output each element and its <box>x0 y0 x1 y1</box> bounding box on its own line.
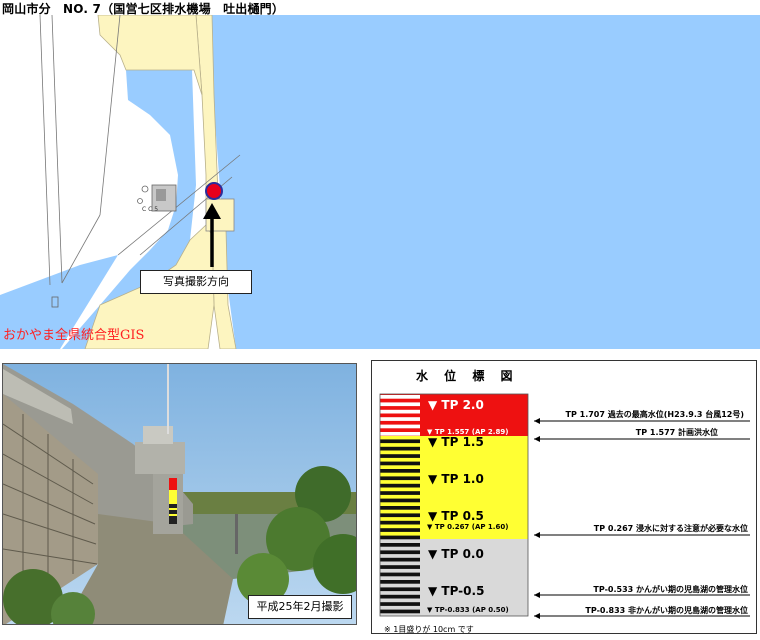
gauge-tick <box>380 417 420 421</box>
gauge-tick <box>380 609 420 614</box>
water-level-gauge-panel: 水 位 標 図 ▼ TP 2.0 ▼ TP 1.557 (AP 2.89) ▼ … <box>371 360 757 634</box>
scale-label: ▼ TP-0.5 <box>428 584 485 598</box>
map-view[interactable]: C C 5 写真撮影方向 おかやま全県統合型GIS <box>0 15 760 349</box>
sea-area <box>212 15 760 349</box>
gate-tower <box>135 442 185 474</box>
scale-label: ▼ TP 0.267 (AP 1.60) <box>427 523 509 531</box>
scale-label: ▼ TP 0.0 <box>428 547 484 561</box>
water-level-note: TP 1.577 計画洪水位 <box>635 428 718 437</box>
photo-direction-label: 写真撮影方向 <box>140 270 252 294</box>
gauge-tick <box>380 513 420 518</box>
gauge-tick <box>380 469 420 473</box>
gauge-tick <box>380 432 420 436</box>
gauge-tick <box>380 528 420 532</box>
water-level-note: TP 0.267 浸水に対する注意が必要な水位 <box>593 524 748 533</box>
building-label: C C 5 <box>142 206 158 213</box>
gauge-tick <box>380 439 420 444</box>
gauge-footnote: ※ 1目盛りが 10cm です <box>384 625 474 634</box>
gauge-tick <box>380 446 420 451</box>
gauge-tick <box>380 594 420 599</box>
arrow-left-icon <box>534 613 540 619</box>
gauge-tick <box>380 506 420 510</box>
gis-watermark: おかやま全県統合型GIS <box>3 328 145 343</box>
gauge-tick <box>380 520 420 525</box>
gauge-tick <box>380 565 420 569</box>
site-photo <box>2 363 357 625</box>
gauge-tick <box>380 395 420 399</box>
gauge-tick <box>380 476 420 481</box>
scale-label: ▼ TP 1.0 <box>428 472 484 486</box>
gauge-tick <box>380 409 420 414</box>
photo-caption: 平成25年2月撮影 <box>248 595 352 619</box>
arrow-left-icon <box>534 418 540 424</box>
gauge-tick <box>380 572 420 577</box>
gauge-tick <box>380 535 420 540</box>
gauge-tick <box>380 580 420 584</box>
gauge-tick <box>380 602 420 606</box>
scale-label: ▼ TP 2.0 <box>428 398 484 412</box>
photo-canvas <box>3 364 356 624</box>
arrow-left-icon <box>534 532 540 538</box>
scale-label: ▼ TP 1.5 <box>428 435 484 449</box>
scale-label: ▼ TP 0.5 <box>428 509 484 523</box>
arrow-left-icon <box>534 436 540 442</box>
gauge-tick <box>380 402 420 407</box>
gauge-tick <box>380 557 420 562</box>
water-level-note: TP-0.833 非かんがい期の児島湖の管理水位 <box>585 606 748 615</box>
map-canvas: C C 5 <box>0 15 760 349</box>
gauge-tick <box>380 498 420 503</box>
gauge-tick <box>380 543 420 547</box>
gauge-tick <box>380 454 420 458</box>
gauge-tick <box>380 461 420 466</box>
arrow-left-icon <box>534 592 540 598</box>
gauge-tick <box>380 491 420 495</box>
gauge-tick <box>380 424 420 429</box>
location-marker-icon <box>205 182 223 200</box>
scale-label: ▼ TP-0.833 (AP 0.50) <box>427 606 509 614</box>
gauge-tick <box>380 587 420 592</box>
gauge-tick <box>380 483 420 488</box>
water-level-note: TP 1.707 過去の最高水位(H23.9.3 台風12号) <box>565 410 744 419</box>
gauge-tick <box>380 550 420 555</box>
water-level-note: TP-0.533 かんがい期の児島湖の管理水位 <box>593 585 748 594</box>
